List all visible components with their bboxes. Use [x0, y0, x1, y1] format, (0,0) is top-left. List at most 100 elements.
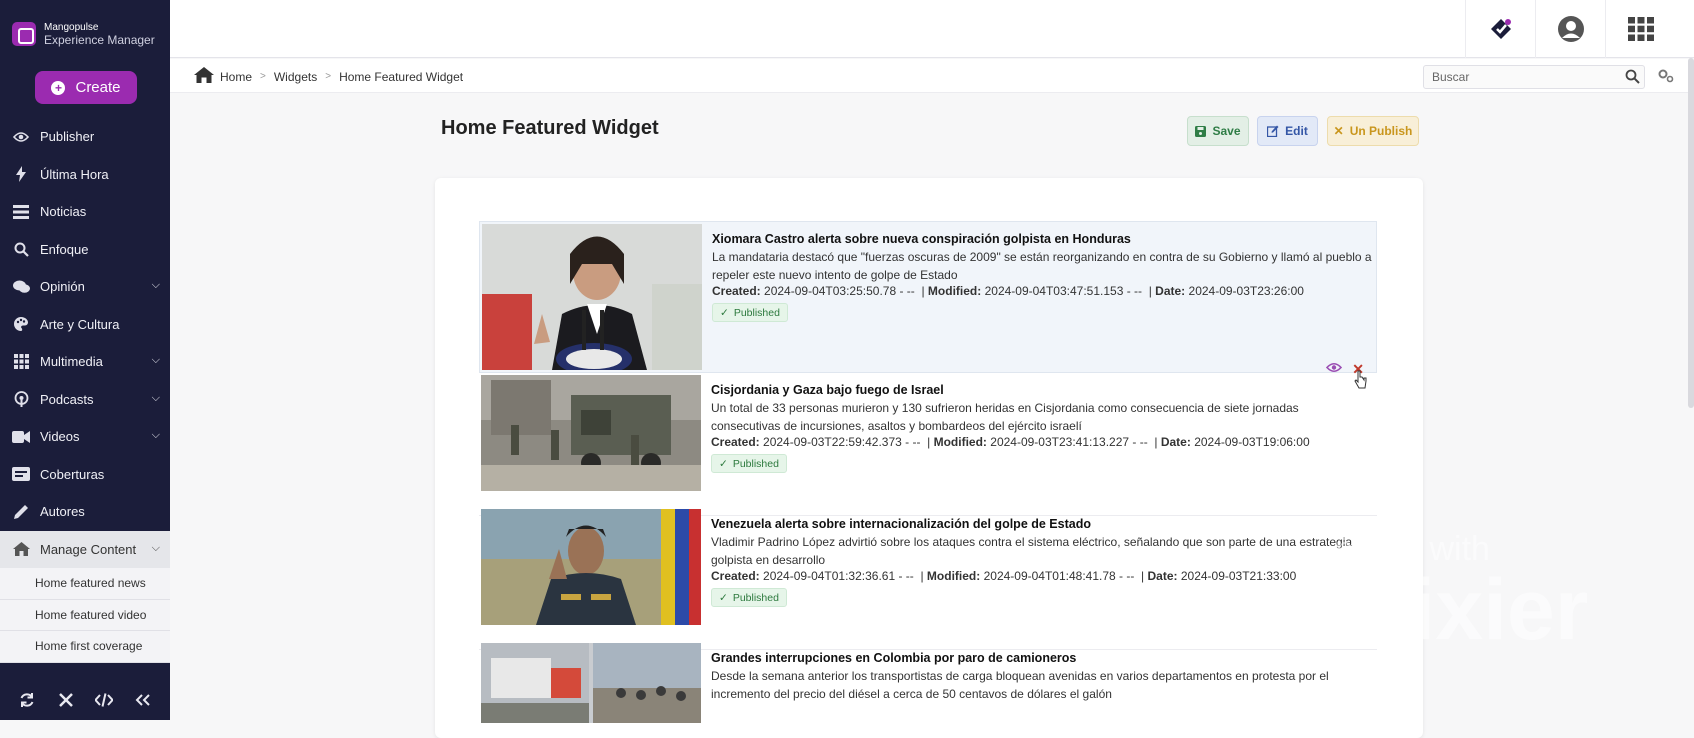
sidebar-item-ultima-hora[interactable]: Última Hora: [0, 156, 170, 194]
widget-card: Xiomara Castro alerta sobre nueva conspi…: [435, 178, 1423, 738]
sidebar-item-label: Podcasts: [40, 391, 94, 407]
user-icon[interactable]: [1535, 0, 1605, 58]
sidebar-item-label: Opinión: [40, 279, 85, 295]
brand[interactable]: Mangopulse Experience Manager: [0, 0, 170, 50]
status-badge: ✓ Published: [711, 454, 787, 473]
status-label: Published: [732, 591, 779, 604]
watermark: made with Flixier: [1335, 530, 1588, 660]
article-meta: Created: 2024-09-04T03:25:50.78 - -- | M…: [712, 284, 1304, 298]
page-title: Home Featured Widget: [441, 117, 659, 139]
sidebar-item-enfoque[interactable]: Enfoque: [0, 231, 170, 269]
list-item[interactable]: Cisjordania y Gaza bajo fuego de Israel …: [479, 373, 1377, 497]
extension-icon[interactable]: [1465, 0, 1535, 58]
chevron-right-icon: >: [260, 71, 266, 82]
home-icon[interactable]: [194, 67, 214, 86]
apps-grid-icon[interactable]: [1605, 0, 1675, 58]
search-icon: [12, 240, 30, 258]
search-input[interactable]: Buscar: [1423, 65, 1645, 89]
sidebar-item-videos[interactable]: Videos ⌵: [0, 418, 170, 456]
chevron-down-icon: ⌵: [151, 354, 160, 366]
close-icon: ✕: [1333, 124, 1344, 138]
watermark-line2: Flixier: [1335, 562, 1589, 658]
chevron-down-icon: ⌵: [151, 429, 160, 441]
article-thumbnail[interactable]: [481, 643, 701, 723]
brand-logo: [12, 22, 36, 46]
eye-icon: [12, 128, 30, 146]
breadcrumb-widgets[interactable]: Widgets: [274, 70, 317, 84]
status-badge: ✓ Published: [711, 588, 787, 607]
manage-content-submenu: Home featured news Home featured video H…: [0, 568, 170, 663]
sidebar-item-label: Multimedia: [40, 354, 103, 370]
list-item[interactable]: Xiomara Castro alerta sobre nueva conspi…: [479, 221, 1377, 377]
tools-icon[interactable]: [55, 689, 77, 711]
sidebar-nav: Publisher Última Hora Noticias Enfoque O…: [0, 118, 170, 663]
save-icon: [1195, 125, 1207, 137]
date-label: Date:: [1155, 284, 1186, 298]
sidebar-footer: [0, 680, 170, 720]
sidebar-item-coberturas[interactable]: Coberturas: [0, 456, 170, 494]
sidebar-item-label: Manage Content: [40, 541, 137, 557]
unpublish-button[interactable]: ✕ Un Publish: [1327, 116, 1419, 146]
collapse-sidebar-icon[interactable]: [132, 689, 154, 711]
date-value: 2024-09-03T21:33:00: [1180, 569, 1297, 583]
article-thumbnail[interactable]: [481, 375, 701, 491]
sidebar-item-opinion[interactable]: Opinión ⌵: [0, 268, 170, 306]
list-item[interactable]: Venezuela alerta sobre internacionalizac…: [479, 507, 1377, 631]
article-title[interactable]: Grandes interrupciones en Colombia por p…: [711, 651, 1371, 665]
sidebar-subitem-home-featured-news[interactable]: Home featured news: [0, 568, 170, 600]
scrollbar[interactable]: [1688, 58, 1694, 408]
list-item[interactable]: Grandes interrupciones en Colombia por p…: [479, 641, 1377, 723]
sidebar: Mangopulse Experience Manager + Create P…: [0, 0, 170, 720]
list-icon: [12, 203, 30, 221]
create-button[interactable]: + Create: [35, 71, 137, 104]
article-thumbnail[interactable]: [481, 509, 701, 625]
edit-icon: [1267, 125, 1279, 137]
modified-value: 2024-09-03T23:41:13.227 - --: [990, 435, 1148, 449]
refresh-icon[interactable]: [16, 689, 38, 711]
sidebar-subitem-home-first-coverage[interactable]: Home first coverage: [0, 631, 170, 663]
sidebar-subitem-home-featured-video[interactable]: Home featured video: [0, 600, 170, 631]
pen-icon: [12, 503, 30, 521]
video-icon: [12, 428, 30, 446]
modified-label: Modified:: [926, 569, 981, 583]
brand-text: Mangopulse Experience Manager: [44, 22, 155, 46]
unpublish-label: Un Publish: [1349, 124, 1413, 138]
save-button[interactable]: Save: [1187, 116, 1249, 146]
plus-icon: +: [51, 80, 66, 95]
article-title[interactable]: Xiomara Castro alerta sobre nueva conspi…: [712, 232, 1372, 246]
podcast-icon: [12, 390, 30, 408]
save-label: Save: [1212, 124, 1241, 138]
code-icon[interactable]: [93, 689, 115, 711]
create-label: Create: [75, 79, 121, 96]
sidebar-item-manage-content[interactable]: Manage Content ⌵: [0, 530, 170, 568]
chevron-down-icon: ⌵: [151, 391, 160, 404]
created-label: Created:: [712, 284, 761, 298]
modified-label: Modified:: [927, 284, 982, 298]
edit-button[interactable]: Edit: [1257, 116, 1318, 146]
sidebar-item-label: Coberturas: [40, 466, 105, 482]
bolt-icon: [12, 165, 30, 183]
coverage-icon: [12, 465, 30, 483]
article-title[interactable]: Venezuela alerta sobre internacionalizac…: [711, 517, 1371, 531]
grid-icon: [12, 353, 30, 371]
sidebar-item-autores[interactable]: Autores: [0, 493, 170, 531]
article-thumbnail[interactable]: [482, 224, 702, 370]
gear-icon[interactable]: [1658, 69, 1674, 88]
status-badge: ✓ Published: [712, 303, 788, 322]
sidebar-item-noticias[interactable]: Noticias: [0, 193, 170, 231]
article-title[interactable]: Cisjordania y Gaza bajo fuego de Israel: [711, 383, 1371, 397]
date-label: Date:: [1147, 569, 1178, 583]
brand-product: Experience Manager: [44, 33, 155, 47]
sidebar-item-podcasts[interactable]: Podcasts ⌵: [0, 381, 170, 419]
modified-value: 2024-09-04T03:47:51.153 - --: [984, 284, 1143, 298]
sidebar-item-multimedia[interactable]: Multimedia ⌵: [0, 343, 170, 381]
search-icon[interactable]: [1625, 69, 1640, 89]
created-label: Created:: [711, 569, 760, 583]
sidebar-item-publisher[interactable]: Publisher: [0, 118, 170, 156]
palette-icon: [12, 315, 30, 333]
breadcrumb-home[interactable]: Home: [220, 70, 252, 84]
sidebar-item-arte-y-cultura[interactable]: Arte y Cultura: [0, 306, 170, 344]
status-label: Published: [733, 306, 780, 319]
check-icon: ✓: [719, 457, 728, 470]
edit-label: Edit: [1285, 124, 1308, 138]
